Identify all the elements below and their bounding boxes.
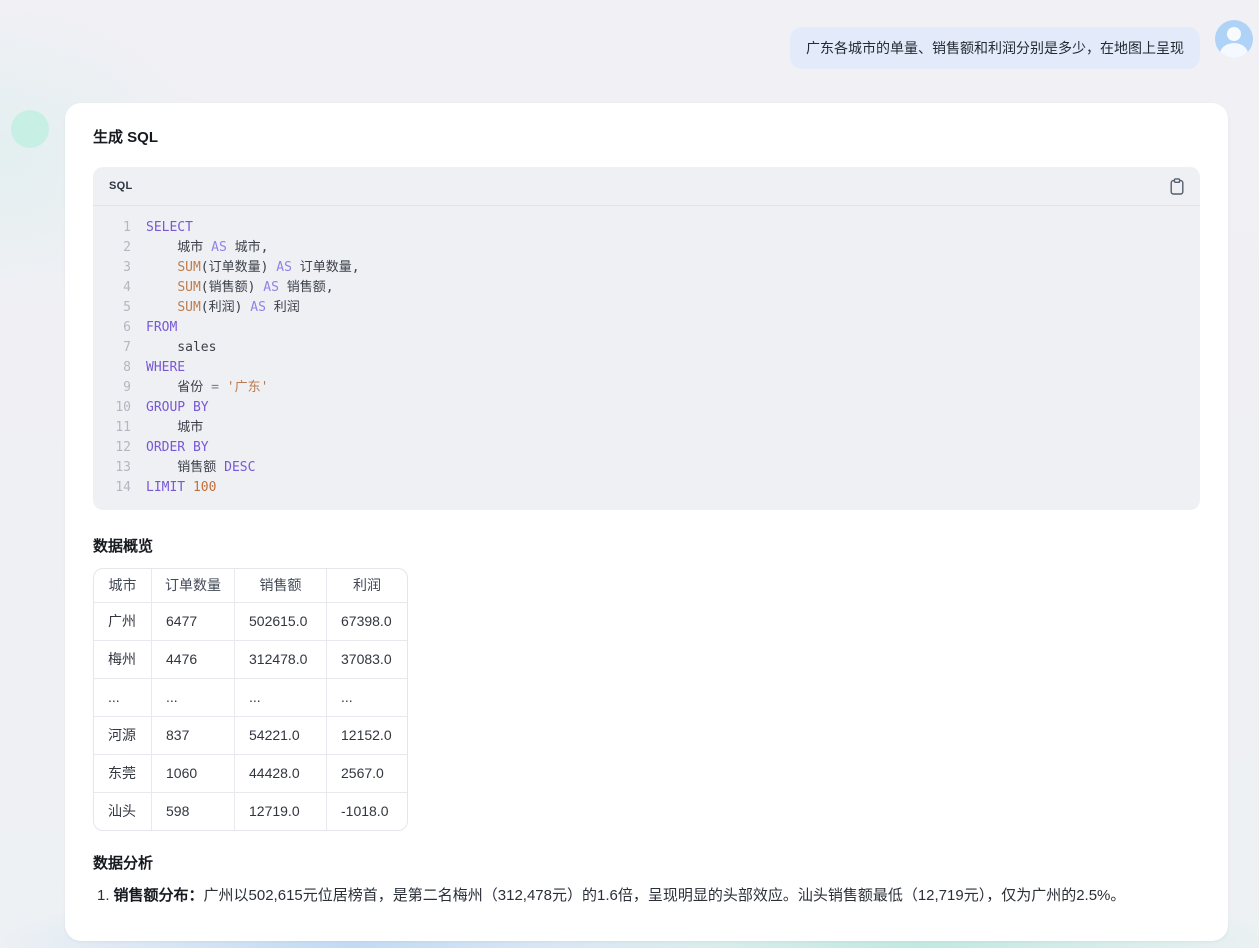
table-cell: 67398.0 [327, 603, 407, 641]
table-cell: 837 [152, 717, 235, 755]
code-line: 8WHERE [105, 358, 1184, 378]
table-column-header: 利润 [327, 569, 407, 603]
code-line: 5 SUM(利润) AS 利润 [105, 298, 1184, 318]
line-number: 6 [105, 318, 131, 338]
line-number: 14 [105, 478, 131, 498]
assistant-message-row: 生成 SQL SQL 1SELECT2 城市 AS 城市,3 SUM(订单数量)… [0, 103, 1259, 941]
table-cell: 54221.0 [235, 717, 327, 755]
table-cell: 4476 [152, 641, 235, 679]
table-cell: 广州 [94, 603, 152, 641]
table-cell: 6477 [152, 603, 235, 641]
table-row: ............ [94, 679, 407, 717]
code-line: 13 销售额 DESC [105, 458, 1184, 478]
table-cell: ... [327, 679, 407, 717]
code-line: 1SELECT [105, 218, 1184, 238]
table-cell: 1060 [152, 755, 235, 793]
line-number: 10 [105, 398, 131, 418]
table-row: 汕头59812719.0-1018.0 [94, 793, 407, 830]
line-number: 9 [105, 378, 131, 398]
clipboard-icon [1170, 178, 1184, 195]
table-cell: -1018.0 [327, 793, 407, 830]
sql-section-title: 生成 SQL [93, 129, 1200, 147]
table-cell: 44428.0 [235, 755, 327, 793]
data-preview-table: 城市订单数量销售额利润 广州6477502615.067398.0梅州44763… [93, 568, 408, 831]
assistant-response-card: 生成 SQL SQL 1SELECT2 城市 AS 城市,3 SUM(订单数量)… [65, 103, 1228, 941]
line-number: 3 [105, 258, 131, 278]
table-row: 梅州4476312478.037083.0 [94, 641, 407, 679]
table-cell: 502615.0 [235, 603, 327, 641]
code-line: 3 SUM(订单数量) AS 订单数量, [105, 258, 1184, 278]
user-message-bubble: 广东各城市的单量、销售额和利润分别是多少，在地图上呈现 [790, 27, 1200, 69]
line-number: 4 [105, 278, 131, 298]
line-number: 5 [105, 298, 131, 318]
table-cell: ... [152, 679, 235, 717]
user-avatar [1215, 20, 1253, 58]
code-line: 7 sales [105, 338, 1184, 358]
table-row: 河源83754221.012152.0 [94, 717, 407, 755]
table-cell: ... [235, 679, 327, 717]
line-number: 11 [105, 418, 131, 438]
table-cell: 汕头 [94, 793, 152, 830]
table-cell: 2567.0 [327, 755, 407, 793]
line-number: 2 [105, 238, 131, 258]
table-cell: 312478.0 [235, 641, 327, 679]
sql-code-lines: 1SELECT2 城市 AS 城市,3 SUM(订单数量) AS 订单数量,4 … [93, 206, 1200, 510]
table-row: 东莞106044428.02567.0 [94, 755, 407, 793]
table-cell: 河源 [94, 717, 152, 755]
table-header: 城市订单数量销售额利润 [94, 569, 407, 603]
line-number: 8 [105, 358, 131, 378]
analysis-list: 1.销售额分布：广州以502,615元位居榜首，是第二名梅州（312,478元）… [93, 881, 1200, 911]
table-cell: 598 [152, 793, 235, 830]
code-line: 2 城市 AS 城市, [105, 238, 1184, 258]
user-message-row: 广东各城市的单量、销售额和利润分别是多少，在地图上呈现 [0, 0, 1259, 69]
person-icon [1227, 27, 1241, 41]
line-number: 12 [105, 438, 131, 458]
analysis-item-number: 1. [97, 887, 110, 904]
copy-code-button[interactable] [1170, 178, 1184, 195]
table-column-header: 城市 [94, 569, 152, 603]
table-row: 广州6477502615.067398.0 [94, 603, 407, 641]
assistant-avatar [11, 110, 49, 148]
table-cell: 东莞 [94, 755, 152, 793]
sql-code-block: SQL 1SELECT2 城市 AS 城市,3 SUM(订单数量) AS 订单数… [93, 167, 1200, 510]
code-line: 6FROM [105, 318, 1184, 338]
code-line: 4 SUM(销售额) AS 销售额, [105, 278, 1184, 298]
table-cell: 12152.0 [327, 717, 407, 755]
code-line: 12ORDER BY [105, 438, 1184, 458]
table-column-header: 订单数量 [152, 569, 235, 603]
line-number: 13 [105, 458, 131, 478]
table-section-title: 数据概览 [93, 538, 1200, 556]
line-number: 1 [105, 218, 131, 238]
table-body: 广州6477502615.067398.0梅州4476312478.037083… [94, 603, 407, 830]
code-line: 10GROUP BY [105, 398, 1184, 418]
table-cell: 37083.0 [327, 641, 407, 679]
table-cell: 12719.0 [235, 793, 327, 830]
table-column-header: 销售额 [235, 569, 327, 603]
code-line: 11 城市 [105, 418, 1184, 438]
table-cell: 梅州 [94, 641, 152, 679]
analysis-item-label: 销售额分布： [114, 887, 204, 904]
code-language-label: SQL [109, 177, 133, 195]
code-line: 9 省份 = '广东' [105, 378, 1184, 398]
line-number: 7 [105, 338, 131, 358]
sql-code-header: SQL [93, 167, 1200, 206]
analysis-section-title: 数据分析 [93, 855, 1200, 873]
analysis-item-text: 广州以502,615元位居榜首，是第二名梅州（312,478元）的1.6倍，呈现… [204, 887, 1126, 904]
analysis-item: 1.销售额分布：广州以502,615元位居榜首，是第二名梅州（312,478元）… [97, 881, 1200, 911]
code-line: 14LIMIT 100 [105, 478, 1184, 498]
table-cell: ... [94, 679, 152, 717]
